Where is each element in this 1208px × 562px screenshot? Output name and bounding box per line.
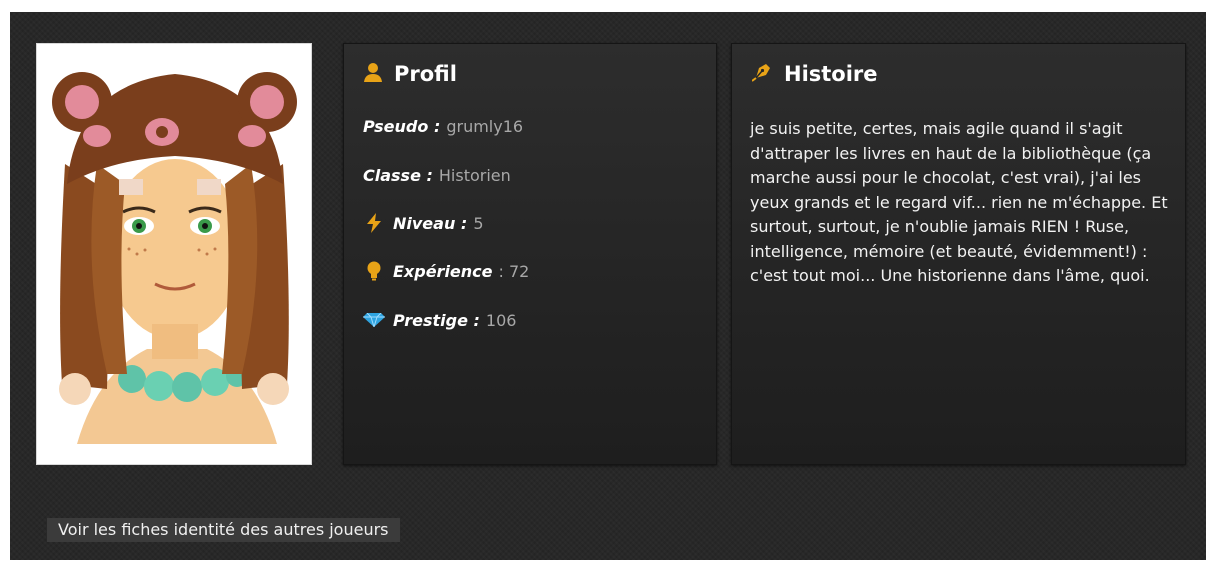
bulb-icon (363, 261, 385, 281)
diamond-icon (363, 310, 385, 330)
classe-row: Classe : Historien (363, 166, 511, 185)
view-other-players-button[interactable]: Voir les fiches identité des autres joue… (47, 518, 400, 542)
niveau-value: 5 (473, 213, 484, 233)
histoire-text: je suis petite, certes, mais agile quand… (750, 119, 1168, 285)
pseudo-label: Pseudo : (363, 117, 441, 136)
prestige-label: Prestige : (393, 310, 480, 330)
pen-icon (751, 62, 772, 86)
profile-title: Profil (394, 62, 457, 86)
histoire-title: Histoire (784, 62, 878, 86)
character-portrait (36, 43, 312, 465)
profile-panel: Profil Pseudo : grumly16 Classe : Histor… (343, 43, 717, 465)
profile-panel-header: Profil (364, 60, 457, 88)
lightning-icon (363, 213, 385, 233)
niveau-label: Niveau : (393, 213, 468, 233)
experience-row: Expérience : 72 (363, 261, 529, 281)
classe-label: Classe : (363, 166, 433, 185)
prestige-value: 106 (485, 310, 517, 330)
niveau-row: Niveau : 5 (363, 213, 484, 233)
user-icon (364, 62, 382, 86)
histoire-panel: Histoire je suis petite, certes, mais ag… (731, 43, 1186, 465)
experience-label: Expérience (393, 261, 493, 281)
pseudo-row: Pseudo : grumly16 (363, 117, 523, 136)
histoire-panel-header: Histoire (751, 60, 878, 88)
experience-value: : 72 (498, 261, 530, 281)
pseudo-value: grumly16 (446, 117, 524, 136)
prestige-row: Prestige : 106 (363, 310, 516, 330)
profile-page: Profil Pseudo : grumly16 Classe : Histor… (10, 12, 1206, 560)
classe-value: Historien (438, 166, 511, 185)
avatar-illustration (52, 72, 297, 444)
